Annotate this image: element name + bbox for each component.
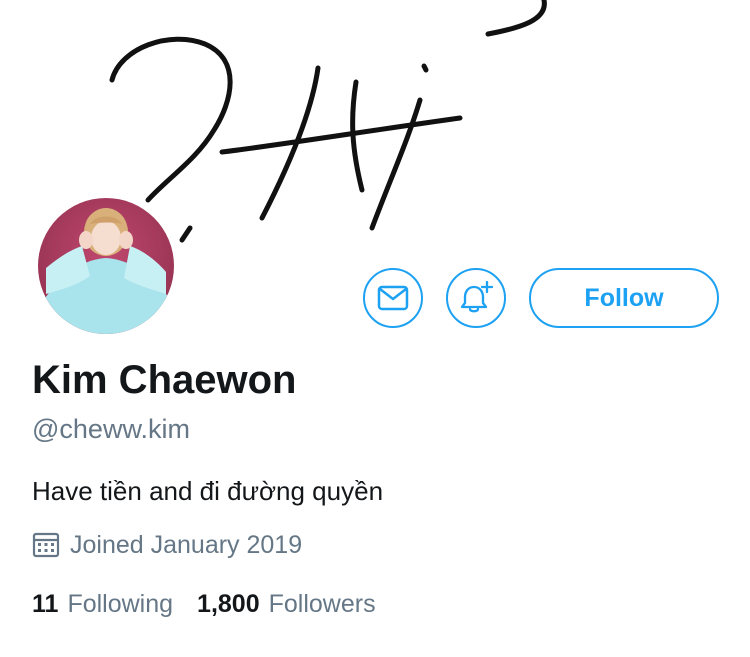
avatar-image xyxy=(38,198,174,334)
bell-plus-icon xyxy=(460,280,494,313)
joined-text: Joined January 2019 xyxy=(70,530,303,559)
notifications-button[interactable] xyxy=(446,268,506,328)
profile-handle: @cheww.kim xyxy=(32,414,190,444)
followers-count: 1,800 xyxy=(197,590,260,618)
joined-date: Joined January 2019 xyxy=(32,528,302,562)
profile-stats: 11 Following 1,800 Followers xyxy=(32,590,376,619)
follow-button[interactable]: Follow xyxy=(529,268,719,328)
profile-bio: Have tiền and đi đường quyền xyxy=(32,476,384,506)
followers-link[interactable]: 1,800 Followers xyxy=(197,590,376,619)
message-button[interactable] xyxy=(363,268,423,328)
following-count: 11 xyxy=(32,590,59,618)
avatar[interactable] xyxy=(32,192,180,340)
followers-label: Followers xyxy=(268,590,376,618)
calendar-icon xyxy=(32,532,60,558)
profile-page: Follow Kim Chaewon @cheww.kim Have tiền … xyxy=(0,0,750,657)
following-link[interactable]: 11 Following xyxy=(32,590,173,619)
profile-name: Kim Chaewon xyxy=(32,358,297,402)
following-label: Following xyxy=(67,590,174,618)
envelope-icon xyxy=(377,285,409,311)
